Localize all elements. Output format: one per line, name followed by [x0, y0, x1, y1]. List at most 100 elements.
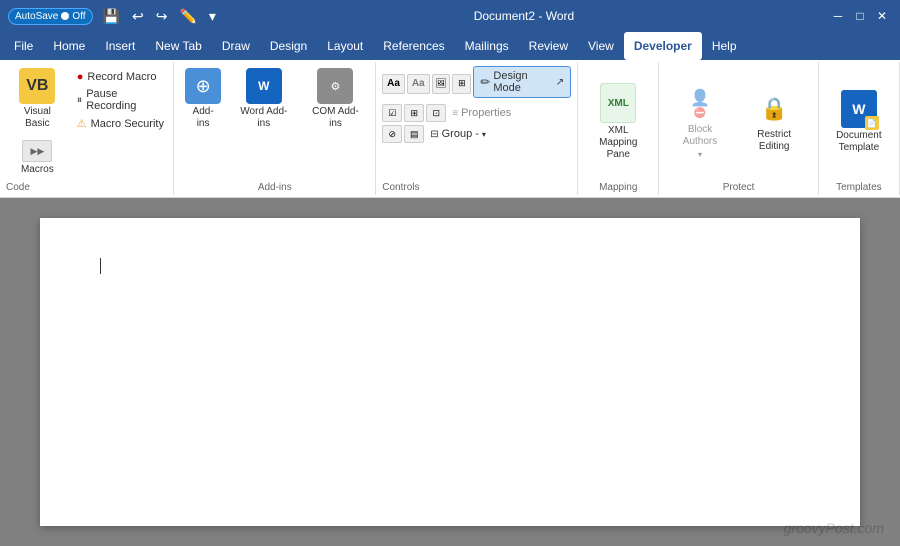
app-title: Document2 - Word: [474, 9, 574, 23]
properties-icon: ≡: [452, 108, 458, 119]
add-ins-label: Add-ins: [186, 106, 220, 130]
menu-references[interactable]: References: [373, 32, 454, 60]
group-label: Group -: [442, 128, 479, 140]
autosave-state: Off: [72, 11, 85, 22]
properties-label: Properties: [461, 107, 511, 119]
add-ins-btn[interactable]: ⊕ Add-ins: [180, 64, 226, 134]
text-ctrl-btn2[interactable]: Aa: [407, 74, 430, 94]
controls-group-label: Controls: [382, 180, 419, 193]
restrict-editing-btn[interactable]: 🔒 Restrict Editing: [737, 87, 812, 157]
block-authors-dropdown: ▾: [698, 150, 702, 159]
macro-security-row[interactable]: ⚠ Macro Security: [75, 116, 168, 131]
menu-mailings[interactable]: Mailings: [455, 32, 519, 60]
title-bar: AutoSave Off 💾 ↩ ↪ ✏️ ▾ Document2 - Word…: [0, 0, 900, 32]
document-template-icon: W 📄: [841, 90, 877, 128]
undo-btn[interactable]: ↩: [128, 6, 148, 27]
menu-layout[interactable]: Layout: [317, 32, 373, 60]
save-quick-btn[interactable]: 💾: [99, 6, 124, 27]
menu-insert[interactable]: Insert: [95, 32, 145, 60]
mapping-group: XML XML Mapping Pane Mapping: [578, 62, 659, 195]
title-bar-left: AutoSave Off 💾 ↩ ↪ ✏️ ▾: [8, 6, 220, 27]
xml-mapping-icon: XML: [600, 83, 636, 123]
menu-developer[interactable]: Developer: [624, 32, 702, 60]
document-template-label: Document Template: [831, 130, 887, 154]
addins-group-label: Add-ins: [258, 180, 292, 193]
document-template-btn[interactable]: W 📄 Document Template: [825, 86, 893, 158]
window-controls: ─ □ ✕: [828, 6, 892, 26]
com-addins-btn[interactable]: ⚙ COM Add-ins: [302, 64, 369, 134]
cursor-indicator: ↗: [556, 77, 564, 88]
code-group: VB Visual Basic ▶▶ Macros ● Record Macro: [0, 62, 174, 195]
design-mode-icon: ✏: [480, 75, 490, 89]
maximize-btn[interactable]: □: [850, 6, 870, 26]
toggle-dot: [61, 12, 69, 20]
word-addins-btn[interactable]: W Word Add-ins: [230, 64, 298, 134]
autosave-toggle[interactable]: AutoSave Off: [8, 8, 93, 25]
add-ins-icon: ⊕: [185, 68, 221, 104]
table-ctrl-btn[interactable]: ⊞: [452, 74, 471, 94]
menu-help[interactable]: Help: [702, 32, 747, 60]
xml-mapping-btn[interactable]: XML XML Mapping Pane: [584, 79, 652, 165]
restrict-editing-label: Restrict Editing: [743, 129, 806, 153]
touch-btn[interactable]: ✏️: [175, 6, 200, 27]
design-mode-label: Design Mode: [493, 70, 552, 94]
word-addins-label: Word Add-ins: [236, 106, 292, 130]
com-addins-icon: ⚙: [317, 68, 353, 104]
macros-label: Macros: [21, 164, 54, 176]
text-cursor: [100, 258, 101, 274]
macro-security-label: Macro Security: [91, 118, 164, 130]
record-macro-row[interactable]: ● Record Macro: [75, 70, 168, 84]
xml-mapping-label: XML Mapping Pane: [590, 125, 646, 161]
document-area: groovyPost.com: [0, 198, 900, 546]
group-dropdown-icon: ▾: [482, 130, 486, 139]
templates-group: W 📄 Document Template Templates: [819, 62, 900, 195]
controls-group: Aa Aa 🖼 ⊞ ✏ Design Mode ↗ ☑ ⊞ ⊡ ≡ Proper…: [376, 62, 578, 195]
dropdown-btn[interactable]: ▾: [205, 6, 220, 27]
quick-access: 💾 ↩ ↪ ✏️ ▾: [99, 6, 220, 27]
menu-file[interactable]: File: [4, 32, 43, 60]
menu-newtab[interactable]: New Tab: [145, 32, 211, 60]
menu-design[interactable]: Design: [260, 32, 317, 60]
autosave-label: AutoSave: [15, 11, 58, 22]
mapping-group-label: Mapping: [599, 180, 637, 193]
design-mode-btn[interactable]: ✏ Design Mode ↗: [473, 66, 571, 98]
menu-review[interactable]: Review: [519, 32, 578, 60]
code-group-label: Code: [6, 180, 30, 193]
format-ctrl[interactable]: ▤: [404, 125, 424, 143]
document-page[interactable]: [40, 218, 860, 526]
record-macro-label: Record Macro: [87, 71, 156, 83]
macros-btn[interactable]: ▶▶ Macros: [13, 136, 61, 180]
menu-draw[interactable]: Draw: [212, 32, 260, 60]
watermark: groovyPost.com: [784, 520, 884, 536]
group-icon: ⊟: [430, 129, 438, 140]
protect-group-label: Protect: [723, 180, 755, 193]
minimize-btn[interactable]: ─: [828, 6, 848, 26]
block-authors-btn[interactable]: 👤 ⛔ Block Authors ▾: [665, 82, 734, 163]
block-authors-label: Block Authors: [671, 124, 728, 148]
redo-btn[interactable]: ↪: [152, 6, 172, 27]
group-btn[interactable]: ⊟ Group - ▾: [426, 126, 490, 142]
pause-recording-row[interactable]: ⏸ Pause Recording: [75, 87, 168, 113]
dropdown-ctrl[interactable]: ⊡: [426, 104, 446, 122]
menu-home[interactable]: Home: [43, 32, 95, 60]
grid-ctrl[interactable]: ⊞: [404, 104, 424, 122]
word-addins-icon: W: [246, 68, 282, 104]
addins-group: ⊕ Add-ins W Word Add-ins ⚙ COM Add-ins A…: [174, 62, 376, 195]
text-ctrl-btn[interactable]: Aa: [382, 74, 405, 94]
close-btn[interactable]: ✕: [872, 6, 892, 26]
checkbox-ctrl[interactable]: ☑: [382, 104, 402, 122]
block-authors-icon: 👤 ⛔: [684, 86, 716, 122]
visual-basic-btn[interactable]: VB Visual Basic: [6, 64, 69, 134]
com-addins-label: COM Add-ins: [308, 106, 363, 130]
visual-basic-label: Visual Basic: [12, 106, 63, 130]
image-ctrl-btn[interactable]: 🖼: [432, 74, 451, 94]
templates-group-label: Templates: [836, 180, 882, 193]
protect-group: 👤 ⛔ Block Authors ▾ 🔒 Restrict Editing P…: [659, 62, 818, 195]
menu-bar: File Home Insert New Tab Draw Design Lay…: [0, 32, 900, 60]
restrict-editing-icon: 🔒: [758, 91, 790, 127]
mode-ctrl[interactable]: ⊘: [382, 125, 402, 143]
properties-btn[interactable]: ≡ Properties: [448, 105, 515, 121]
pause-recording-label: Pause Recording: [86, 88, 165, 112]
menu-view[interactable]: View: [578, 32, 624, 60]
ribbon: VB Visual Basic ▶▶ Macros ● Record Macro: [0, 60, 900, 198]
